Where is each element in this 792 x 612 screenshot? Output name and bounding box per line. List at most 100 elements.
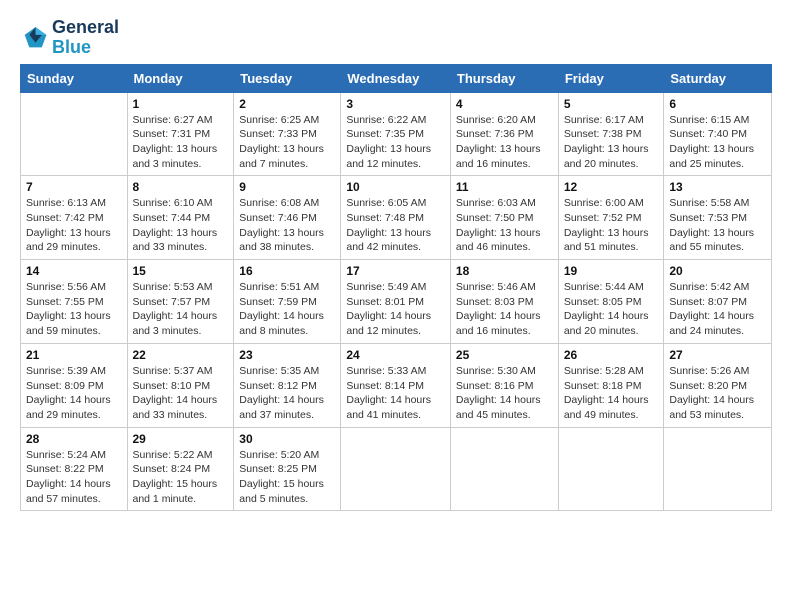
day-number: 25	[456, 348, 553, 362]
day-info: Sunrise: 5:49 AMSunset: 8:01 PMDaylight:…	[346, 280, 445, 339]
day-info: Sunrise: 5:46 AMSunset: 8:03 PMDaylight:…	[456, 280, 553, 339]
day-info: Sunrise: 5:28 AMSunset: 8:18 PMDaylight:…	[564, 364, 659, 423]
calendar-cell: 12 Sunrise: 6:00 AMSunset: 7:52 PMDayligh…	[558, 176, 664, 260]
calendar-cell: 28 Sunrise: 5:24 AMSunset: 8:22 PMDayligh…	[21, 427, 128, 511]
logo-text: General Blue	[52, 18, 119, 58]
day-number: 30	[239, 432, 335, 446]
day-info: Sunrise: 5:26 AMSunset: 8:20 PMDaylight:…	[669, 364, 766, 423]
day-info: Sunrise: 5:30 AMSunset: 8:16 PMDaylight:…	[456, 364, 553, 423]
day-number: 4	[456, 97, 553, 111]
day-number: 19	[564, 264, 659, 278]
day-number: 29	[133, 432, 229, 446]
day-number: 14	[26, 264, 122, 278]
day-info: Sunrise: 6:05 AMSunset: 7:48 PMDaylight:…	[346, 196, 445, 255]
day-info: Sunrise: 5:35 AMSunset: 8:12 PMDaylight:…	[239, 364, 335, 423]
day-number: 22	[133, 348, 229, 362]
calendar-cell	[450, 427, 558, 511]
calendar-cell: 19 Sunrise: 5:44 AMSunset: 8:05 PMDayligh…	[558, 260, 664, 344]
calendar-cell: 21 Sunrise: 5:39 AMSunset: 8:09 PMDayligh…	[21, 343, 128, 427]
day-number: 1	[133, 97, 229, 111]
day-info: Sunrise: 5:20 AMSunset: 8:25 PMDaylight:…	[239, 448, 335, 507]
day-number: 10	[346, 180, 445, 194]
calendar-header-saturday: Saturday	[664, 64, 772, 92]
calendar-cell: 23 Sunrise: 5:35 AMSunset: 8:12 PMDayligh…	[234, 343, 341, 427]
day-number: 7	[26, 180, 122, 194]
day-info: Sunrise: 6:27 AMSunset: 7:31 PMDaylight:…	[133, 113, 229, 172]
day-number: 12	[564, 180, 659, 194]
calendar-cell: 10 Sunrise: 6:05 AMSunset: 7:48 PMDayligh…	[341, 176, 451, 260]
calendar-header-friday: Friday	[558, 64, 664, 92]
day-number: 8	[133, 180, 229, 194]
calendar-week-row: 14 Sunrise: 5:56 AMSunset: 7:55 PMDayligh…	[21, 260, 772, 344]
calendar-cell: 30 Sunrise: 5:20 AMSunset: 8:25 PMDayligh…	[234, 427, 341, 511]
day-number: 24	[346, 348, 445, 362]
day-info: Sunrise: 5:42 AMSunset: 8:07 PMDaylight:…	[669, 280, 766, 339]
calendar-cell: 16Sunrise: 5:51 AMSunset: 7:59 PMDayligh…	[234, 260, 341, 344]
calendar-cell	[558, 427, 664, 511]
calendar-week-row: 7 Sunrise: 6:13 AMSunset: 7:42 PMDaylight…	[21, 176, 772, 260]
day-number: 2	[239, 97, 335, 111]
calendar-cell: 20 Sunrise: 5:42 AMSunset: 8:07 PMDayligh…	[664, 260, 772, 344]
day-number: 17	[346, 264, 445, 278]
calendar-cell: 5Sunrise: 6:17 AMSunset: 7:38 PMDaylight…	[558, 92, 664, 176]
calendar-week-row: 1 Sunrise: 6:27 AMSunset: 7:31 PMDaylight…	[21, 92, 772, 176]
logo: General Blue	[20, 18, 119, 58]
calendar-header-row: SundayMondayTuesdayWednesdayThursdayFrid…	[21, 64, 772, 92]
calendar-header-sunday: Sunday	[21, 64, 128, 92]
day-number: 26	[564, 348, 659, 362]
day-info: Sunrise: 5:51 AMSunset: 7:59 PMDaylight:…	[239, 280, 335, 339]
day-info: Sunrise: 5:44 AMSunset: 8:05 PMDaylight:…	[564, 280, 659, 339]
calendar-cell: 26 Sunrise: 5:28 AMSunset: 8:18 PMDayligh…	[558, 343, 664, 427]
day-info: Sunrise: 5:53 AMSunset: 7:57 PMDaylight:…	[133, 280, 229, 339]
calendar-cell: 13Sunrise: 5:58 AMSunset: 7:53 PMDayligh…	[664, 176, 772, 260]
day-info: Sunrise: 5:22 AMSunset: 8:24 PMDaylight:…	[133, 448, 229, 507]
calendar-cell: 17 Sunrise: 5:49 AMSunset: 8:01 PMDayligh…	[341, 260, 451, 344]
day-info: Sunrise: 6:10 AMSunset: 7:44 PMDaylight:…	[133, 196, 229, 255]
day-number: 15	[133, 264, 229, 278]
calendar-cell: 9 Sunrise: 6:08 AMSunset: 7:46 PMDaylight…	[234, 176, 341, 260]
day-number: 20	[669, 264, 766, 278]
calendar-cell: 2 Sunrise: 6:25 AMSunset: 7:33 PMDaylight…	[234, 92, 341, 176]
day-number: 11	[456, 180, 553, 194]
day-info: Sunrise: 6:08 AMSunset: 7:46 PMDaylight:…	[239, 196, 335, 255]
day-number: 5	[564, 97, 659, 111]
calendar-header-tuesday: Tuesday	[234, 64, 341, 92]
day-number: 23	[239, 348, 335, 362]
day-info: Sunrise: 6:15 AMSunset: 7:40 PMDaylight:…	[669, 113, 766, 172]
day-info: Sunrise: 6:13 AMSunset: 7:42 PMDaylight:…	[26, 196, 122, 255]
calendar-cell: 3Sunrise: 6:22 AMSunset: 7:35 PMDaylight…	[341, 92, 451, 176]
calendar-cell	[341, 427, 451, 511]
logo-icon	[20, 24, 48, 52]
day-number: 6	[669, 97, 766, 111]
day-info: Sunrise: 6:25 AMSunset: 7:33 PMDaylight:…	[239, 113, 335, 172]
calendar-cell	[21, 92, 128, 176]
calendar-cell: 22Sunrise: 5:37 AMSunset: 8:10 PMDayligh…	[127, 343, 234, 427]
calendar-cell: 24 Sunrise: 5:33 AMSunset: 8:14 PMDayligh…	[341, 343, 451, 427]
page: General Blue SundayMondayTuesdayWednesda…	[0, 0, 792, 612]
day-info: Sunrise: 5:39 AMSunset: 8:09 PMDaylight:…	[26, 364, 122, 423]
calendar-cell: 6 Sunrise: 6:15 AMSunset: 7:40 PMDaylight…	[664, 92, 772, 176]
calendar-cell: 11 Sunrise: 6:03 AMSunset: 7:50 PMDayligh…	[450, 176, 558, 260]
calendar-cell: 8 Sunrise: 6:10 AMSunset: 7:44 PMDaylight…	[127, 176, 234, 260]
day-info: Sunrise: 6:20 AMSunset: 7:36 PMDaylight:…	[456, 113, 553, 172]
day-number: 28	[26, 432, 122, 446]
day-info: Sunrise: 6:03 AMSunset: 7:50 PMDaylight:…	[456, 196, 553, 255]
calendar-header-wednesday: Wednesday	[341, 64, 451, 92]
day-info: Sunrise: 6:00 AMSunset: 7:52 PMDaylight:…	[564, 196, 659, 255]
calendar-week-row: 28 Sunrise: 5:24 AMSunset: 8:22 PMDayligh…	[21, 427, 772, 511]
day-number: 13	[669, 180, 766, 194]
calendar-cell: 25 Sunrise: 5:30 AMSunset: 8:16 PMDayligh…	[450, 343, 558, 427]
calendar-cell: 29 Sunrise: 5:22 AMSunset: 8:24 PMDayligh…	[127, 427, 234, 511]
calendar-cell: 7 Sunrise: 6:13 AMSunset: 7:42 PMDaylight…	[21, 176, 128, 260]
day-info: Sunrise: 5:33 AMSunset: 8:14 PMDaylight:…	[346, 364, 445, 423]
calendar-cell: 14 Sunrise: 5:56 AMSunset: 7:55 PMDayligh…	[21, 260, 128, 344]
day-number: 27	[669, 348, 766, 362]
day-number: 9	[239, 180, 335, 194]
calendar-cell: 15 Sunrise: 5:53 AMSunset: 7:57 PMDayligh…	[127, 260, 234, 344]
calendar-cell: 4 Sunrise: 6:20 AMSunset: 7:36 PMDaylight…	[450, 92, 558, 176]
day-number: 21	[26, 348, 122, 362]
day-info: Sunrise: 5:56 AMSunset: 7:55 PMDaylight:…	[26, 280, 122, 339]
calendar-cell: 1 Sunrise: 6:27 AMSunset: 7:31 PMDaylight…	[127, 92, 234, 176]
day-info: Sunrise: 5:24 AMSunset: 8:22 PMDaylight:…	[26, 448, 122, 507]
day-number: 18	[456, 264, 553, 278]
